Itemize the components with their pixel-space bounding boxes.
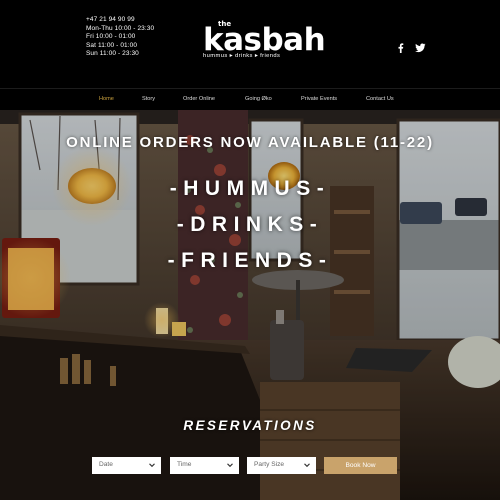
party-size-select[interactable]: Party Size <box>247 457 316 474</box>
hero-overlay <box>0 110 500 500</box>
time-select[interactable]: Time <box>170 457 239 474</box>
tagline-hummus: -HUMMUS- <box>169 177 331 200</box>
phone-number[interactable]: +47 21 94 90 99 <box>86 16 154 25</box>
chevron-down-icon <box>304 463 310 468</box>
social-links <box>396 40 426 53</box>
reservations-title: RESERVATIONS <box>183 418 317 433</box>
online-orders-headline: ONLINE ORDERS NOW AVAILABLE (11-22) <box>66 134 434 151</box>
date-placeholder: Date <box>99 461 113 468</box>
nav-item-private-events[interactable]: Private Events <box>301 96 337 102</box>
nav-item-story[interactable]: Story <box>142 96 155 102</box>
twitter-icon[interactable] <box>415 40 426 53</box>
site-logo[interactable]: the kasbah hummus ▸ drinks ▸ friends <box>200 20 326 64</box>
nav-item-home[interactable]: Home <box>99 96 114 102</box>
hero-section: ONLINE ORDERS NOW AVAILABLE (11-22) -HUM… <box>0 110 500 500</box>
facebook-icon[interactable] <box>396 40 406 53</box>
hours-line: Mon-Thu 10:00 - 23:30 <box>86 24 155 32</box>
logo-tagline: hummus ▸ drinks ▸ friends <box>203 53 281 59</box>
time-placeholder: Time <box>177 461 192 468</box>
hours-line: Fri 10:00 - 01:00 <box>86 33 136 41</box>
nav-item-order-online[interactable]: Order Online <box>183 96 215 102</box>
nav-item-contact-us[interactable]: Contact Us <box>366 96 394 102</box>
tagline-drinks: -DRINKS- <box>176 213 324 236</box>
hours-line: Sun 11:00 - 23:30 <box>86 50 139 58</box>
nav-item-going-oko[interactable]: Going Øko <box>245 96 272 102</box>
party-size-placeholder: Party Size <box>254 461 285 468</box>
date-select[interactable]: Date <box>92 457 161 474</box>
site-header: +47 21 94 90 99 Mon-Thu 10:00 - 23:30 Fr… <box>0 0 500 88</box>
chevron-down-icon <box>227 463 233 468</box>
hours-line: Sat 11:00 - 01:00 <box>86 41 138 49</box>
chevron-down-icon <box>149 463 155 468</box>
opening-hours: +47 21 94 90 99 Mon-Thu 10:00 - 23:30 Fr… <box>86 16 154 59</box>
book-now-button[interactable]: Book Now <box>324 457 397 474</box>
main-nav: Home Story Order Online Going Øko Privat… <box>0 88 500 111</box>
tagline-friends: -FRIENDS- <box>167 249 333 272</box>
